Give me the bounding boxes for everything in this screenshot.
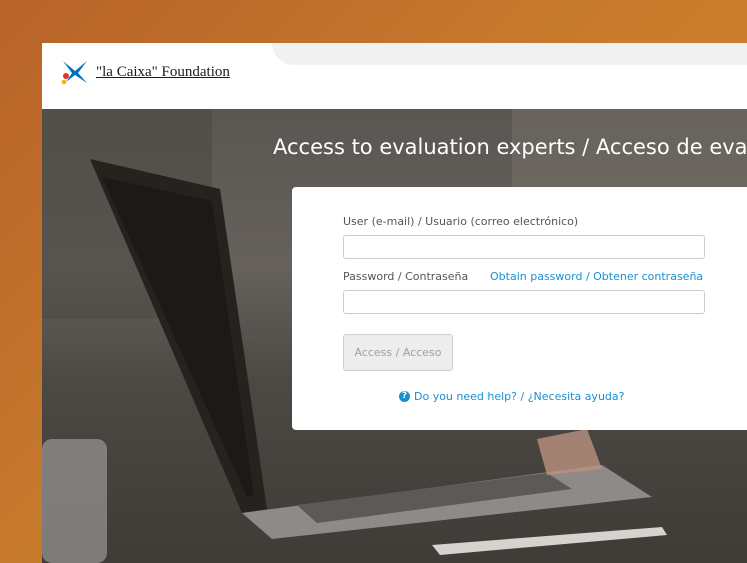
access-button[interactable]: Access / Acceso	[343, 334, 453, 371]
help-link-label[interactable]: Do you need help? / ¿Necesita ayuda?	[414, 390, 624, 403]
brand-name[interactable]: "la Caixa" Foundation	[96, 64, 230, 81]
site-header: "la Caixa" Foundation	[42, 43, 747, 109]
obtain-password-link[interactable]: Obtain password / Obtener contraseña	[490, 270, 703, 283]
password-input[interactable]	[343, 290, 705, 314]
user-label: User (e-mail) / Usuario (correo electrón…	[343, 215, 579, 228]
header-decoration	[272, 43, 747, 65]
brand-logo[interactable]: "la Caixa" Foundation	[60, 59, 230, 85]
page-title: Access to evaluation experts / Acceso de…	[273, 135, 747, 159]
user-email-input[interactable]	[343, 235, 705, 259]
help-link[interactable]: ? Do you need help? / ¿Necesita ayuda?	[399, 390, 624, 403]
password-label: Password / Contraseña	[343, 270, 469, 283]
login-card: User (e-mail) / Usuario (correo electrón…	[292, 187, 747, 430]
star-logo-icon	[61, 61, 87, 85]
browser-window: "la Caixa" Foundation Access to evaluati…	[42, 43, 747, 563]
hero-section: Access to evaluation experts / Acceso de…	[42, 109, 747, 563]
question-circle-icon: ?	[399, 391, 410, 402]
